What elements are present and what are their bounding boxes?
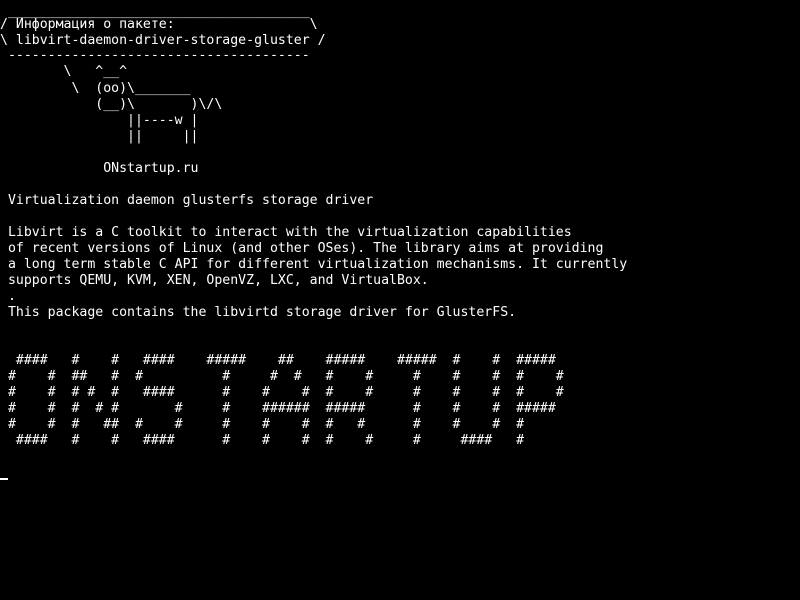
cow-art-line: \ (oo)\_______ xyxy=(0,81,191,96)
package-summary: Virtualization daemon glusterfs storage … xyxy=(0,193,374,208)
description-line: a long term stable C API for different v… xyxy=(0,257,628,272)
terminal-screen[interactable]: ______________________________________ /… xyxy=(0,0,800,600)
banner-line: #### # # #### ##### ## ##### ##### # # #… xyxy=(0,353,556,368)
banner-line: # # # # # #### # # # # # # # # # # xyxy=(0,385,564,400)
cow-art-line: (__)\ )\/\ xyxy=(0,97,223,112)
bubble-bottom-border: -------------------------------------- xyxy=(0,48,310,63)
description-line: of recent versions of Linux (and other O… xyxy=(0,241,604,256)
bubble-package-line: \ libvirt-daemon-driver-storage-gluster … xyxy=(0,33,326,48)
bubble-title-line: / Информация о пакете: \ xyxy=(0,17,318,32)
cow-art-line: || || xyxy=(0,129,199,144)
banner-line: # # ## # # # # # # # # # # # # xyxy=(0,369,564,384)
cow-art-line: ||----w | xyxy=(0,113,199,128)
banner-line: # # # # # # # ###### ##### # # # ##### xyxy=(0,401,556,416)
text-cursor xyxy=(0,478,8,480)
description-line: supports QEMU, KVM, XEN, OpenVZ, LXC, an… xyxy=(0,273,429,288)
description-line: This package contains the libvirtd stora… xyxy=(0,305,517,320)
description-line: Libvirt is a C toolkit to interact with … xyxy=(0,225,572,240)
description-line: . xyxy=(0,289,16,304)
cow-art-line: \ ^__^ xyxy=(0,64,128,79)
banner-line: # # # ## # # # # # # # # # # # xyxy=(0,417,525,432)
banner-line: #### # # #### # # # # # # #### # xyxy=(0,433,525,448)
site-name: ONstartup.ru xyxy=(0,161,199,176)
